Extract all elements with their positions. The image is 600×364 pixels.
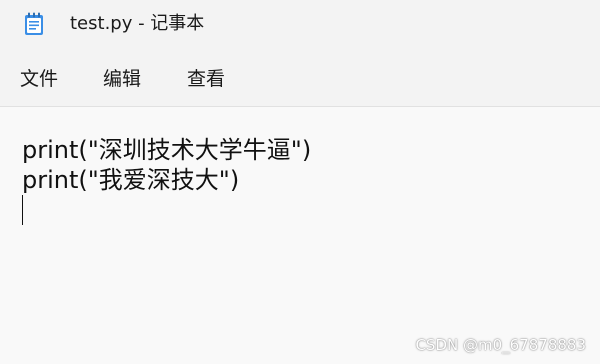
- notepad-window: test.py - 记事本 文件 编辑 查看 print("深圳技术大学牛逼")…: [0, 0, 600, 364]
- title-bar[interactable]: test.py - 记事本: [0, 0, 600, 50]
- menu-file[interactable]: 文件: [18, 67, 60, 91]
- watermark: CSDN @m0_67878883: [415, 336, 586, 354]
- editor-line-2[interactable]: print("我爱深技大"): [22, 165, 239, 195]
- text-caret: [22, 195, 23, 225]
- menu-bar: 文件 编辑 查看: [0, 50, 600, 106]
- text-editor-area[interactable]: print("深圳技术大学牛逼") print("我爱深技大"): [0, 107, 600, 364]
- menu-edit[interactable]: 编辑: [101, 67, 143, 91]
- menu-view[interactable]: 查看: [185, 67, 227, 91]
- window-title: test.py - 记事本: [70, 13, 205, 34]
- editor-line-1[interactable]: print("深圳技术大学牛逼"): [22, 135, 311, 165]
- notepad-icon: [25, 12, 43, 35]
